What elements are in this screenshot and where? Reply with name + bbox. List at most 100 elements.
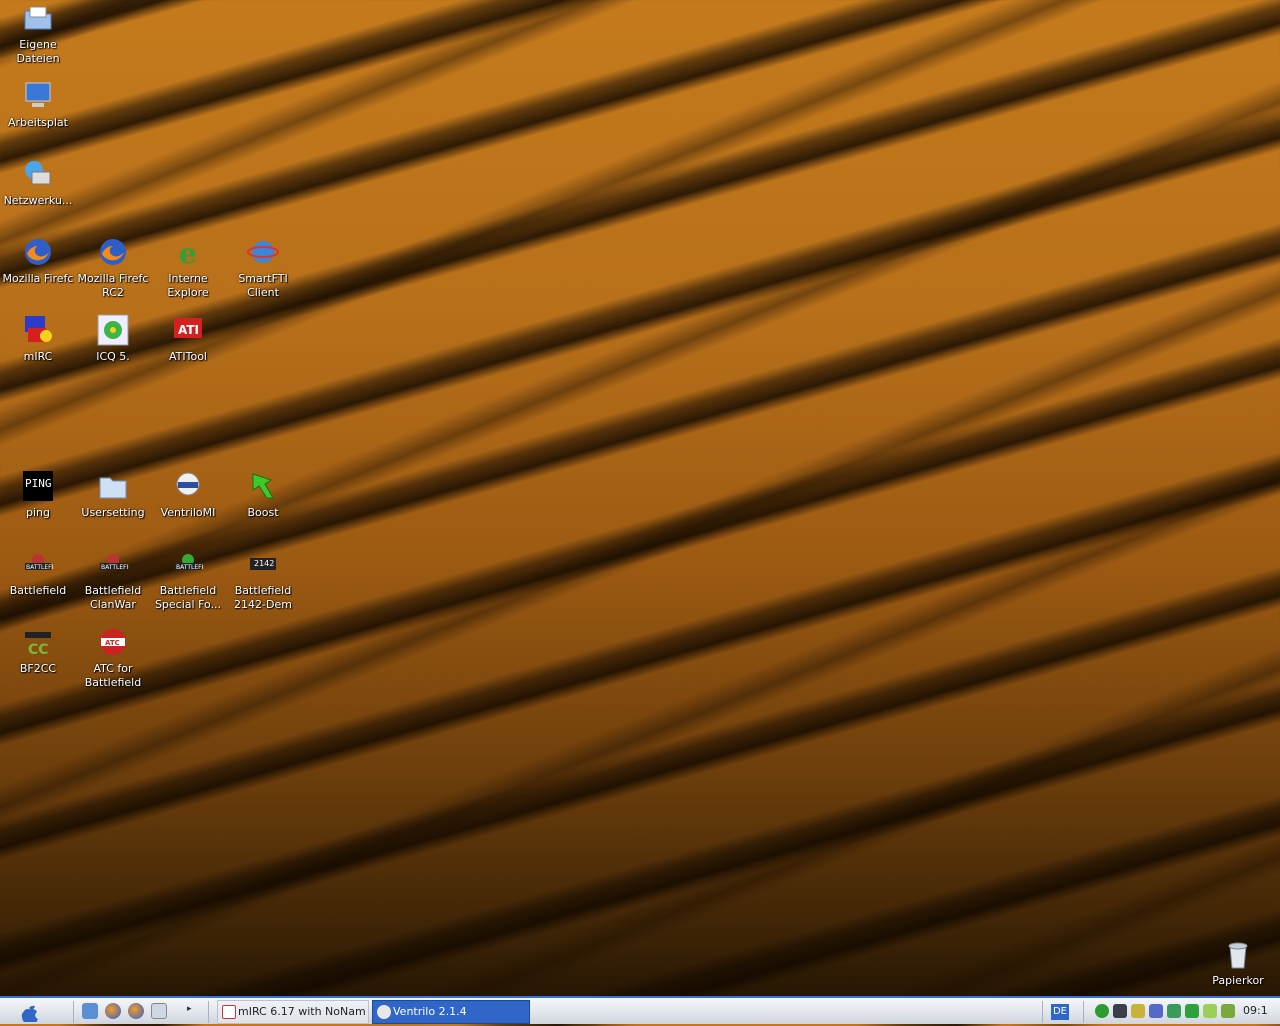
svg-text:BATTLEFIELD: BATTLEFIELD (101, 564, 129, 571)
tray-shield-icon[interactable] (1221, 1004, 1235, 1018)
taskbar-separator (73, 1001, 74, 1023)
svg-text:BATTLEFIELD: BATTLEFIELD (26, 564, 54, 571)
computer-icon (22, 80, 54, 112)
tray-monitor-icon[interactable] (1113, 1004, 1127, 1018)
desktop-icon-label: ATITool (168, 350, 207, 363)
desktop-icon-label: Arbeitsplat (8, 116, 68, 129)
svg-text:ATI: ATI (178, 323, 199, 337)
mirc-icon (22, 314, 54, 346)
taskbar-separator (1083, 1001, 1084, 1023)
internet-explorer-icon: e (172, 236, 204, 268)
firefox-quicklaunch-icon[interactable] (105, 1003, 121, 1019)
mirc-task-icon (222, 1005, 236, 1019)
tray-clover-icon[interactable] (1095, 1004, 1109, 1018)
ping-icon: PING (22, 470, 54, 502)
tray-sync-icon[interactable] (1167, 1004, 1181, 1018)
desktop-icon-label: Boost (247, 506, 279, 519)
desktop-icon-battlefield-clanwar[interactable]: BATTLEFIELD Battlefield ClanWar (75, 548, 151, 612)
desktop-icon-label: SmartFTI Client (238, 272, 288, 299)
clock: 09:1 (1243, 1004, 1268, 1017)
atc-icon: ATC (97, 626, 129, 658)
smartftp-icon (247, 236, 279, 268)
desktop-icon-firefox-rc2[interactable]: Mozilla Firefc RC2 (75, 236, 151, 300)
taskbar-button-ventrilo[interactable]: Ventrilo 2.1.4 (372, 1000, 530, 1024)
desktop-icon-internet-explorer[interactable]: e Interne Explore (150, 236, 226, 300)
atitool-icon: ATI (172, 314, 204, 346)
desktop-icon-smartftp[interactable]: SmartFTI Client (225, 236, 301, 300)
taskbar: ▸ mIRC 6.17 with NoNam Ventrilo 2.1.4 DE… (0, 996, 1280, 1024)
boost-icon (247, 470, 279, 502)
icq-icon (97, 314, 129, 346)
taskbar-button-mirc[interactable]: mIRC 6.17 with NoNam (217, 1000, 369, 1024)
network-icon (22, 158, 54, 190)
taskbar-separator (1042, 1001, 1043, 1023)
folder-icon (97, 470, 129, 502)
desktop-icon-battlefield-2142[interactable]: 2142 Battlefield 2142-Dem (225, 548, 301, 612)
desktop: Eigene Dateien Arbeitsplat Netzwerku... … (0, 0, 1280, 996)
battlefield-2142-icon: 2142 (247, 548, 279, 580)
desktop-icon-arbeitsplatz[interactable]: Arbeitsplat (0, 80, 76, 130)
ventrilo-icon (172, 470, 204, 502)
firefox-icon (22, 236, 54, 268)
desktop-icon-label: Netzwerku... (3, 194, 73, 207)
desktop-icon-atc[interactable]: ATC ATC for Battlefield (75, 626, 151, 690)
svg-text:CC: CC (28, 642, 49, 658)
desktop-icon-label: Battlefield (9, 584, 67, 597)
tray-battery-icon[interactable] (1203, 1004, 1217, 1018)
desktop-icon-label: Battlefield 2142-Dem (234, 584, 292, 611)
show-desktop-icon[interactable] (82, 1003, 98, 1019)
tray-pencil-icon[interactable] (1131, 1004, 1145, 1018)
firefox-rc2-quicklaunch-icon[interactable] (128, 1003, 144, 1019)
desktop-icon-battlefield-special-forces[interactable]: BATTLEFIELD Battlefield Special Fo... (150, 548, 226, 612)
desktop-icon-label: Battlefield ClanWar (84, 584, 142, 611)
desktop-icon-label: VentriloMI (160, 506, 216, 519)
desktop-icon-firefox[interactable]: Mozilla Firefc (0, 236, 76, 286)
desktop-icon-label: ATC for Battlefield (84, 662, 142, 689)
app-quicklaunch-icon[interactable] (151, 1003, 167, 1019)
taskbar-separator (208, 1001, 209, 1023)
battlefield-icon: BATTLEFIELD (22, 548, 54, 580)
desktop-icon-label: ping (26, 506, 50, 519)
desktop-icon-label: Interne Explore (167, 272, 209, 299)
firefox-icon (97, 236, 129, 268)
desktop-icon-netzwerk[interactable]: Netzwerku... (0, 158, 76, 208)
desktop-icon-label: ICQ 5. (96, 350, 130, 363)
quicklaunch-expand-icon[interactable]: ▸ (187, 1004, 192, 1014)
tray-check-icon[interactable] (1185, 1004, 1199, 1018)
desktop-icon-label: mIRC (23, 350, 53, 363)
desktop-icon-boost[interactable]: Boost (225, 470, 301, 520)
svg-text:e: e (179, 237, 197, 268)
desktop-icon-bf2cc[interactable]: CC BF2CC (0, 626, 76, 676)
battlefield-icon: BATTLEFIELD (97, 548, 129, 580)
desktop-icon-label: Usersetting (81, 506, 145, 519)
folder-documents-icon (22, 2, 54, 34)
language-indicator[interactable]: DE (1051, 1004, 1069, 1020)
desktop-icon-ventrilo[interactable]: VentriloMI (150, 470, 226, 520)
desktop-icon-atitool[interactable]: ATI ATITool (150, 314, 226, 364)
desktop-icon-label: Mozilla Firefc RC2 (77, 272, 149, 299)
svg-text:BATTLEFIELD: BATTLEFIELD (176, 564, 204, 571)
desktop-icon-battlefield[interactable]: BATTLEFIELD Battlefield (0, 548, 76, 598)
svg-text:2142: 2142 (254, 559, 274, 568)
desktop-icon-usersetting[interactable]: Usersetting (75, 470, 151, 520)
desktop-icon-label: Eigene Dateien (16, 38, 60, 65)
taskbar-button-label: mIRC 6.17 with NoNam (238, 1005, 366, 1018)
desktop-icon-label: BF2CC (19, 662, 57, 675)
desktop-icon-ping[interactable]: PING ping (0, 470, 76, 520)
desktop-icon-eigene-dateien[interactable]: Eigene Dateien (0, 2, 76, 66)
svg-text:PING: PING (25, 477, 52, 490)
desktop-icon-label: Battlefield Special Fo... (154, 584, 222, 611)
start-button[interactable] (18, 1002, 40, 1024)
desktop-icon-mirc[interactable]: mIRC (0, 314, 76, 364)
taskbar-button-label: Ventrilo 2.1.4 (393, 1005, 467, 1018)
battlefield-icon: BATTLEFIELD (172, 548, 204, 580)
tray-network-icon[interactable] (1149, 1004, 1163, 1018)
ventrilo-task-icon (377, 1005, 391, 1019)
desktop-icon-icq[interactable]: ICQ 5. (75, 314, 151, 364)
svg-text:ATC: ATC (105, 639, 120, 647)
desktop-icon-label: Mozilla Firefc (2, 272, 74, 285)
recycle-bin-icon (1222, 938, 1254, 970)
desktop-icon-recycle-bin[interactable]: Papierkor (1200, 938, 1276, 988)
bf2cc-icon: CC (22, 626, 54, 658)
apple-logo-icon (21, 1005, 38, 1024)
